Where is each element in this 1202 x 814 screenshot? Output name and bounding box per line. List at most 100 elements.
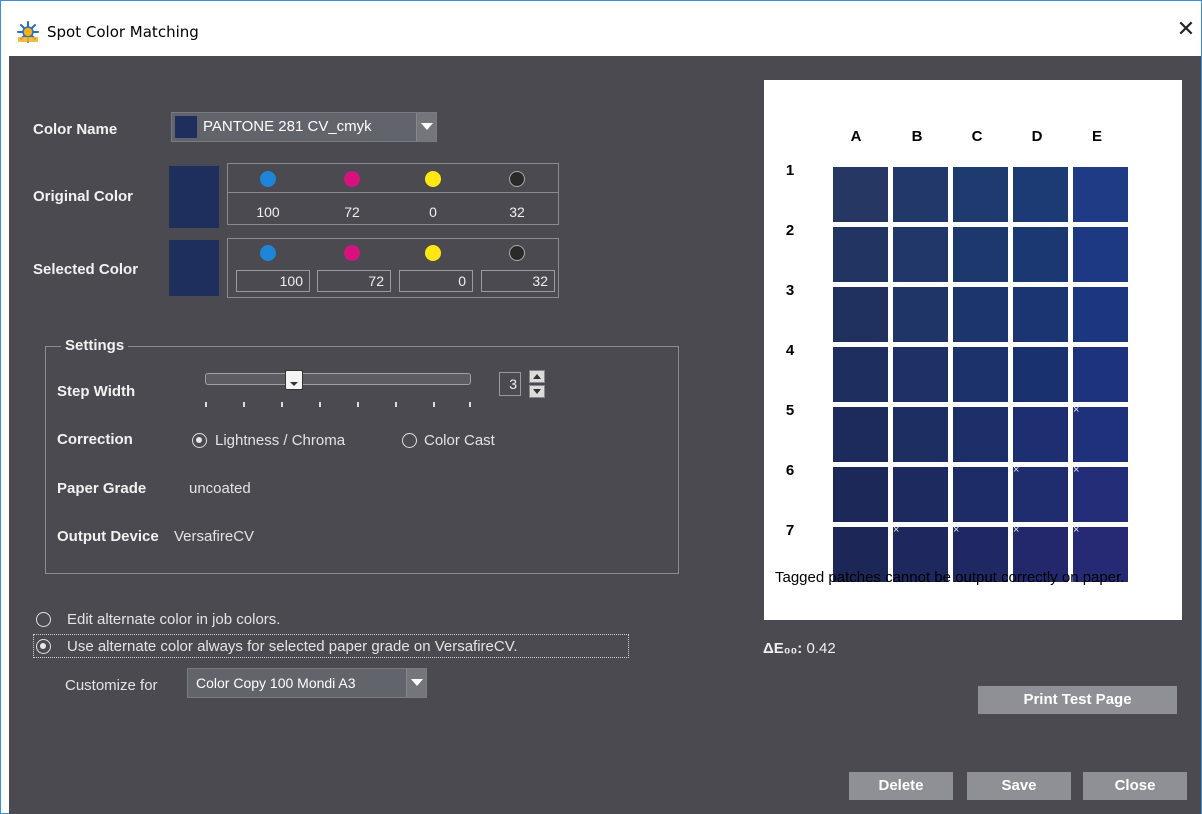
delete-button[interactable]: Delete [849, 772, 953, 800]
step-width-label: Step Width [57, 383, 136, 400]
grid-column-header: B [911, 128, 923, 145]
lightness-chroma-radio[interactable] [192, 433, 207, 448]
color-cast-radio[interactable] [402, 433, 417, 448]
tagged-mark-icon: × [893, 524, 900, 536]
slider-tick [395, 402, 397, 407]
ink-box-divider [228, 192, 558, 193]
edit-alternate-label: Edit alternate color in job colors. [67, 611, 281, 628]
customize-for-value: Color Copy 100 Mondi A3 [196, 675, 356, 691]
yellow-ink-icon [425, 245, 441, 261]
settings-legend: Settings [61, 337, 129, 354]
color-patch[interactable] [833, 467, 888, 522]
color-cast-label: Color Cast [424, 432, 495, 449]
grid-row-header: 6 [785, 462, 795, 479]
tagged-mark-icon: × [1073, 524, 1080, 536]
output-device-value: VersafireCV [174, 528, 255, 545]
black-ink-icon [509, 245, 525, 261]
step-width-slider[interactable] [205, 373, 471, 385]
delta-e-readout: ΔE₀₀: 0.42 [763, 640, 836, 657]
color-patch[interactable] [1013, 287, 1068, 342]
color-patch[interactable] [833, 167, 888, 222]
color-patch[interactable] [893, 287, 948, 342]
color-patch[interactable] [893, 407, 948, 462]
color-patch[interactable] [1013, 167, 1068, 222]
chevron-down-icon[interactable] [406, 669, 426, 697]
color-patch[interactable]: × [1073, 464, 1128, 522]
grid-column-header: C [971, 128, 983, 145]
color-patch[interactable] [1073, 227, 1128, 282]
grid-row-header: 4 [785, 342, 795, 359]
save-button[interactable]: Save [967, 772, 1071, 800]
delta-e-value: 0.42 [806, 640, 836, 657]
color-patch[interactable] [953, 167, 1008, 222]
slider-tick [469, 402, 471, 407]
customize-for-dropdown[interactable]: Color Copy 100 Mondi A3 [187, 668, 427, 698]
spinner-up-icon[interactable] [529, 370, 545, 383]
color-patch[interactable] [893, 347, 948, 402]
use-alternate-label: Use alternate color always for selected … [67, 638, 518, 655]
edit-alternate-radio[interactable] [36, 612, 51, 627]
color-patch[interactable] [833, 287, 888, 342]
color-patch[interactable] [833, 347, 888, 402]
grid-row-header: 7 [785, 522, 795, 539]
slider-tick [433, 402, 435, 407]
color-patch[interactable] [1073, 167, 1128, 222]
color-patch[interactable] [1013, 347, 1068, 402]
customize-for-label: Customize for [65, 677, 158, 694]
slider-tick [281, 402, 283, 407]
original-black-value: 32 [509, 204, 525, 220]
step-width-slider-handle[interactable] [285, 370, 303, 390]
chevron-down-icon[interactable] [416, 113, 436, 141]
tagged-mark-icon: × [953, 524, 960, 536]
selected-magenta-field[interactable]: 72 [317, 270, 391, 292]
close-icon[interactable]: ✕ [1173, 17, 1199, 43]
color-patch[interactable] [893, 227, 948, 282]
app-gear-icon [17, 21, 39, 43]
color-patch[interactable] [893, 467, 948, 522]
color-name-label: Color Name [33, 121, 118, 138]
slider-tick [319, 402, 321, 407]
color-patch[interactable] [1013, 407, 1068, 462]
color-patch[interactable] [893, 167, 948, 222]
selected-black-field[interactable]: 32 [481, 270, 555, 292]
paper-grade-label: Paper Grade [57, 480, 147, 497]
title-bar: Spot Color Matching ✕ [1, 1, 1201, 55]
cyan-ink-icon [260, 171, 276, 187]
color-name-dropdown[interactable]: PANTONE 281 CV_cmyk [171, 112, 437, 142]
grid-row-header: 2 [785, 222, 795, 239]
lightness-chroma-label: Lightness / Chroma [215, 432, 346, 449]
color-patch[interactable] [953, 287, 1008, 342]
use-alternate-radio[interactable] [36, 639, 51, 654]
color-patch[interactable] [953, 407, 1008, 462]
grid-column-header: E [1091, 128, 1102, 145]
slider-tick [205, 402, 207, 407]
grid-row-header: 1 [785, 162, 795, 179]
color-patch[interactable] [953, 467, 1008, 522]
color-patch[interactable] [953, 347, 1008, 402]
selected-cyan-field[interactable]: 100 [236, 270, 310, 292]
spinner-down-icon[interactable] [529, 385, 545, 398]
print-test-page-button[interactable]: Print Test Page [978, 686, 1177, 714]
dialog-body: Color Name PANTONE 281 CV_cmyk Original … [9, 56, 1201, 814]
close-button[interactable]: Close [1083, 772, 1187, 800]
spot-color-matching-window: Spot Color Matching ✕ Color Name PANTONE… [0, 0, 1202, 814]
color-patch[interactable] [1073, 347, 1128, 402]
grid-row-header: 5 [785, 402, 795, 419]
original-color-swatch [169, 166, 219, 228]
grid-column-header: D [1031, 128, 1043, 145]
color-patch[interactable] [953, 227, 1008, 282]
color-patch[interactable] [1013, 227, 1068, 282]
color-patch[interactable] [833, 407, 888, 462]
color-patch[interactable] [1073, 287, 1128, 342]
selected-yellow-field[interactable]: 0 [399, 270, 473, 292]
cyan-ink-icon [260, 245, 276, 261]
color-patch[interactable]: × [1073, 404, 1128, 462]
tagged-patches-note: Tagged patches cannot be output correctl… [775, 569, 1125, 586]
magenta-ink-icon [344, 245, 360, 261]
paper-grade-value: uncoated [189, 480, 251, 497]
step-width-spinner-field[interactable]: 3 [499, 372, 521, 396]
color-patch[interactable]: × [1013, 464, 1068, 522]
color-patch[interactable] [833, 227, 888, 282]
output-device-label: Output Device [57, 528, 159, 545]
original-magenta-value: 72 [344, 204, 360, 220]
